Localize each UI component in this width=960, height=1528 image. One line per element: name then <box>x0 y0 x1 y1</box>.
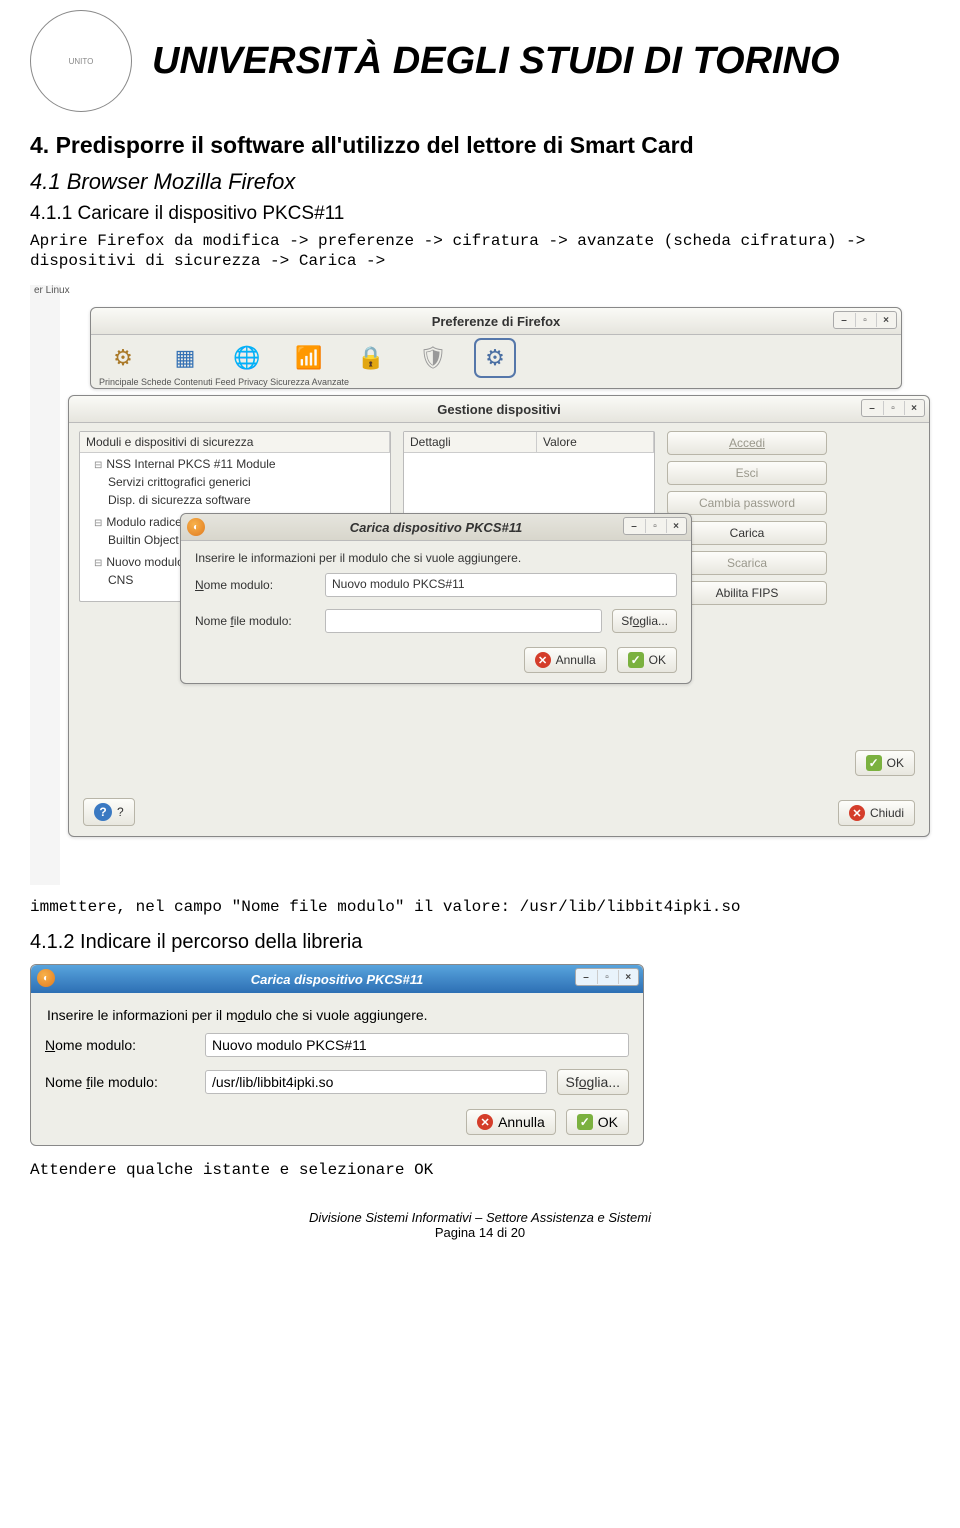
maximize-icon[interactable]: ▫ <box>855 313 874 327</box>
chiudi-button[interactable]: ✕ Chiudi <box>838 800 915 826</box>
preferences-title: Preferenze di Firefox <box>432 314 561 329</box>
col-dettagli: Dettagli <box>404 432 537 452</box>
preferences-window: Preferenze di Firefox – ▫ × ⚙ ▦ 🌐 📶 🔒 🛡 … <box>90 307 902 389</box>
maximize-icon[interactable]: ▫ <box>883 401 902 415</box>
tab-advanced-icon[interactable]: ⚙ <box>477 341 513 375</box>
maximize-icon[interactable]: ▫ <box>597 970 616 984</box>
tab-security-icon[interactable]: 🛡 <box>415 341 451 375</box>
window-controls[interactable]: – ▫ × <box>623 517 687 535</box>
nome-file-input[interactable] <box>325 609 602 633</box>
pkcs-titlebar: ◐ Carica dispositivo PKCS#11 – ▫ × <box>181 514 691 541</box>
instruction-3: Attendere qualche istante e selezionare … <box>30 1160 930 1180</box>
subsection-4-1: 4.1 Browser Mozilla Firefox <box>30 169 930 195</box>
device-manager-title: Gestione dispositivi <box>437 402 561 417</box>
nome-modulo-label: Nome modulo: <box>45 1037 195 1053</box>
footer-line1: Divisione Sistemi Informativi – Settore … <box>30 1210 930 1225</box>
device-manager-titlebar: Gestione dispositivi – ▫ × <box>69 396 929 423</box>
window-controls[interactable]: – ▫ × <box>833 311 897 329</box>
nome-file-label: Nome file modulo: <box>195 614 315 628</box>
esci-button[interactable]: Esci <box>667 461 827 485</box>
close-icon[interactable]: × <box>904 401 923 415</box>
instruction-2: immettere, nel campo "Nome file modulo" … <box>30 897 930 917</box>
sfoglia-button[interactable]: Sfoglia... <box>557 1069 630 1095</box>
header-title: UNIVERSITÀ DEGLI STUDI DI TORINO <box>152 40 840 83</box>
nome-modulo-input[interactable]: Nuovo modulo PKCS#11 <box>205 1033 629 1057</box>
subsection-4-1-1: 4.1.1 Caricare il dispositivo PKCS#11 <box>30 203 930 225</box>
nome-file-label: Nome file modulo: <box>45 1074 195 1090</box>
device-ok-button[interactable]: ✓ OK <box>855 750 915 776</box>
pkcs-dialog: ◐ Carica dispositivo PKCS#11 – ▫ × Inser… <box>180 513 692 684</box>
tab-feed-icon[interactable]: 📶 <box>291 341 327 375</box>
accedi-button[interactable]: Accedi <box>667 431 827 455</box>
cancel-icon: ✕ <box>535 652 551 668</box>
preferences-toolbar: ⚙ ▦ 🌐 📶 🔒 🛡 ⚙ <box>91 335 901 377</box>
university-seal-icon: UNITO <box>30 10 132 112</box>
section-title: 4. Predisporre il software all'utilizzo … <box>30 132 930 159</box>
check-icon: ✓ <box>628 652 644 668</box>
toolbar-labels: Principale Schede Contenuti Feed Privacy… <box>91 377 901 391</box>
window-controls[interactable]: – ▫ × <box>575 968 639 986</box>
firefox-icon: ◐ <box>187 518 205 536</box>
tree-header: Moduli e dispositivi di sicurezza <box>80 432 390 452</box>
minimize-icon[interactable]: – <box>835 313 853 327</box>
help-icon: ? <box>94 803 112 821</box>
maximize-icon[interactable]: ▫ <box>645 519 664 533</box>
annulla-button[interactable]: ✕ Annulla <box>466 1109 556 1135</box>
minimize-icon[interactable]: – <box>863 401 881 415</box>
help-button[interactable]: ? ? <box>83 798 135 826</box>
ok-button[interactable]: ✓ OK <box>617 647 677 673</box>
minimize-icon[interactable]: – <box>625 519 643 533</box>
minimize-icon[interactable]: – <box>577 970 595 984</box>
pkcs2-titlebar: ◐ Carica dispositivo PKCS#11 – ▫ × <box>31 965 643 993</box>
tab-content-icon[interactable]: 🌐 <box>229 341 265 375</box>
page-footer: Divisione Sistemi Informativi – Settore … <box>30 1210 930 1240</box>
pkcs-message: Inserire le informazioni per il modulo c… <box>181 541 691 567</box>
footer-line2: Pagina 14 di 20 <box>30 1225 930 1240</box>
cambia-password-button[interactable]: Cambia password <box>667 491 827 515</box>
pkcs-title: Carica dispositivo PKCS#11 <box>350 520 522 535</box>
tree-disp[interactable]: Disp. di sicurezza software <box>108 491 390 509</box>
pkcs2-title: Carica dispositivo PKCS#11 <box>251 972 423 987</box>
tab-main-icon[interactable]: ⚙ <box>105 341 141 375</box>
background-left-strip <box>30 285 60 885</box>
tab-privacy-icon[interactable]: 🔒 <box>353 341 389 375</box>
pkcs2-message: Inserire le informazioni per il modulo c… <box>31 993 643 1027</box>
tree-servizi[interactable]: Servizi crittografici generici <box>108 473 390 491</box>
screenshot-pkcs-dialog-2: ◐ Carica dispositivo PKCS#11 – ▫ × Inser… <box>30 964 644 1146</box>
sfoglia-button[interactable]: Sfoglia... <box>612 609 677 633</box>
check-icon: ✓ <box>866 755 882 771</box>
cancel-icon: ✕ <box>477 1114 493 1130</box>
close-icon[interactable]: × <box>666 519 685 533</box>
tree-nss[interactable]: NSS Internal PKCS #11 Module Servizi cri… <box>94 455 390 513</box>
instruction-1: Aprire Firefox da modifica -> preferenze… <box>30 231 930 271</box>
page-header: UNITO UNIVERSITÀ DEGLI STUDI DI TORINO <box>30 10 930 112</box>
nome-modulo-label: Nome modulo: <box>195 578 315 592</box>
ok-button[interactable]: ✓ OK <box>566 1109 629 1135</box>
check-icon: ✓ <box>577 1114 593 1130</box>
annulla-button[interactable]: ✕ Annulla <box>524 647 607 673</box>
preferences-titlebar: Preferenze di Firefox – ▫ × <box>91 308 901 335</box>
firefox-icon: ◐ <box>37 969 55 987</box>
nome-modulo-input[interactable]: Nuovo modulo PKCS#11 <box>325 573 677 597</box>
close-icon[interactable]: × <box>618 970 637 984</box>
close-icon: ✕ <box>849 805 865 821</box>
nome-file-input[interactable]: /usr/lib/libbit4ipki.so <box>205 1070 547 1094</box>
tab-tabs-icon[interactable]: ▦ <box>167 341 203 375</box>
subsection-4-1-2: 4.1.2 Indicare il percorso della libreri… <box>30 931 930 954</box>
col-valore: Valore <box>537 432 654 452</box>
window-controls[interactable]: – ▫ × <box>861 399 925 417</box>
screenshot-preferences: er Linux Preferenze di Firefox – ▫ × ⚙ ▦… <box>30 285 930 885</box>
close-icon[interactable]: × <box>876 313 895 327</box>
